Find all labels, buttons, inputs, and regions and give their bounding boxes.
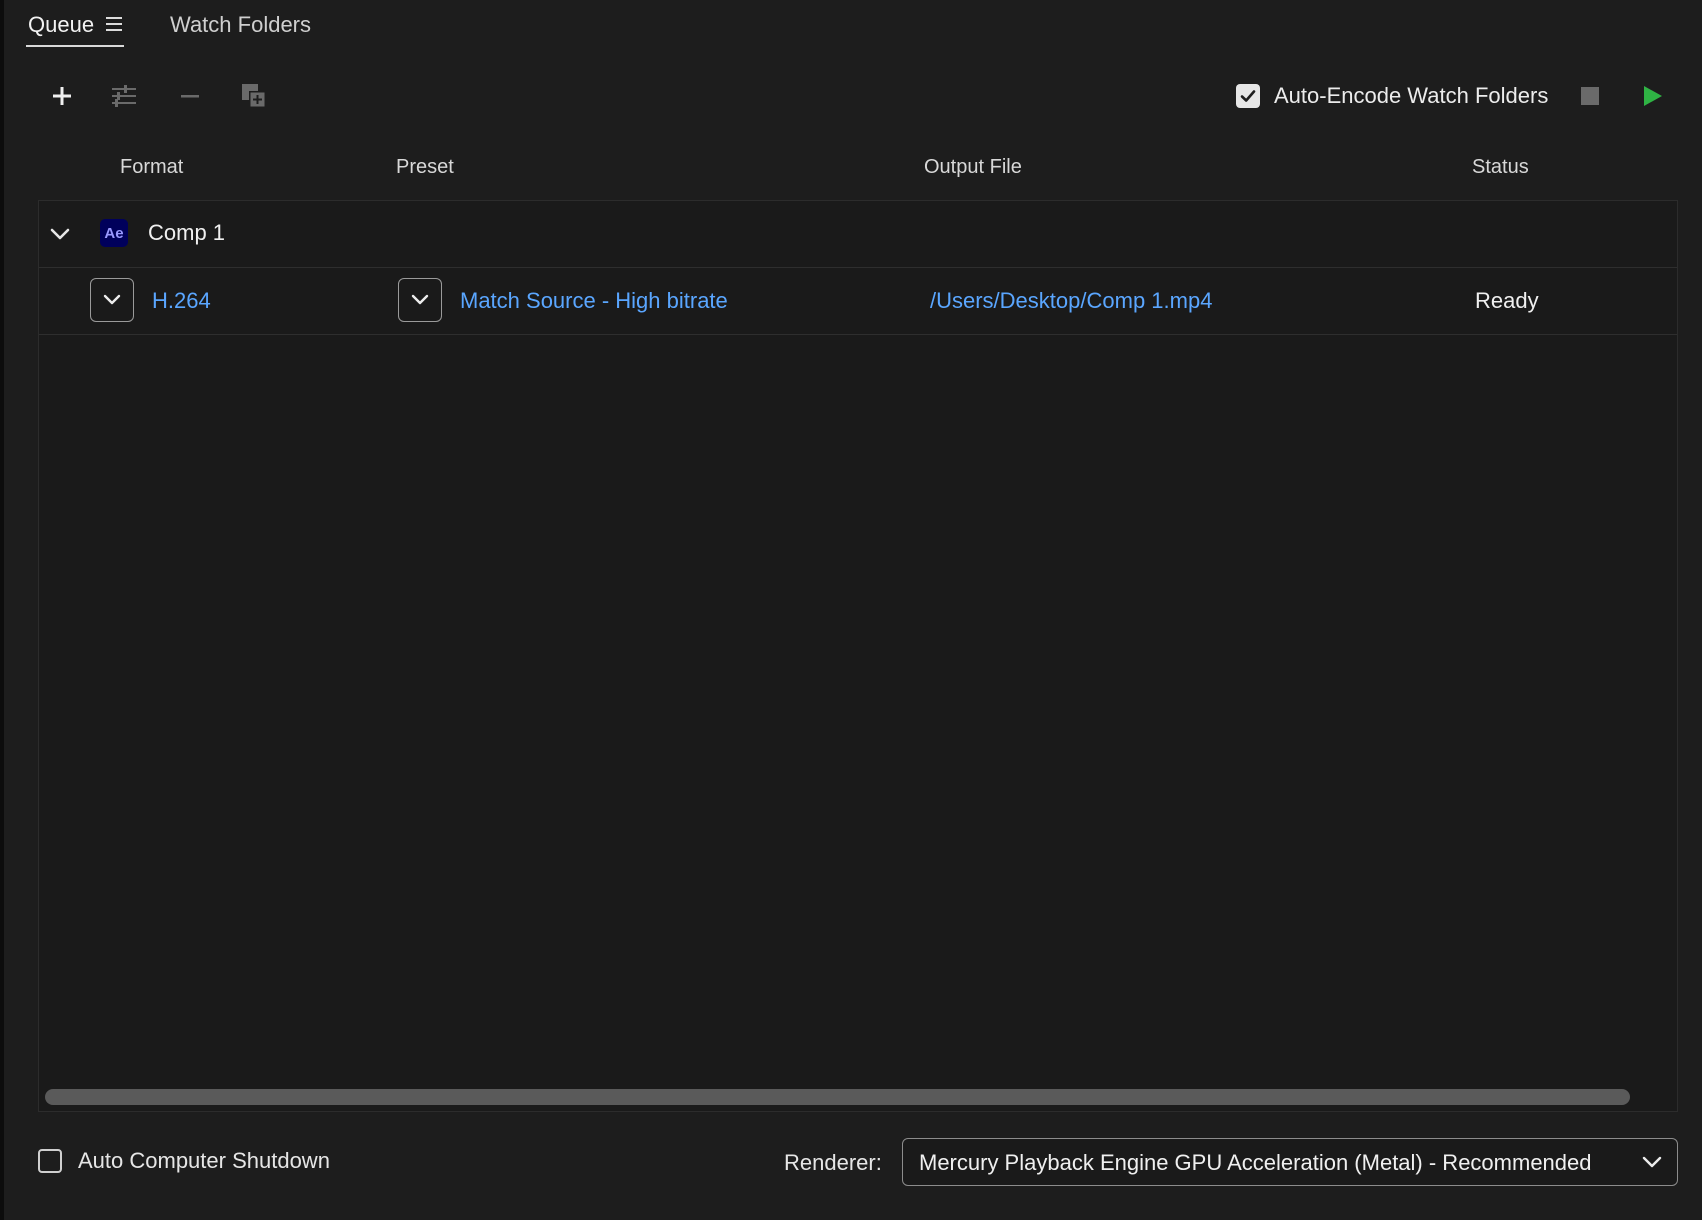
format-link[interactable]: H.264: [152, 288, 211, 314]
panel-menu-icon[interactable]: [106, 17, 123, 32]
preset-link[interactable]: Match Source - High bitrate: [460, 288, 728, 314]
auto-shutdown-label: Auto Computer Shutdown: [78, 1148, 330, 1173]
column-header-output-file[interactable]: Output File: [924, 156, 1022, 179]
minus-icon: [181, 95, 199, 98]
add-source-button[interactable]: [44, 78, 80, 114]
scrollbar-thumb[interactable]: [45, 1089, 1630, 1105]
horizontal-scrollbar[interactable]: [45, 1089, 1663, 1105]
preset-dropdown-button[interactable]: [398, 278, 442, 322]
chevron-down-icon[interactable]: [49, 223, 71, 245]
start-queue-button[interactable]: [1634, 78, 1670, 114]
tab-watch-folders[interactable]: Watch Folders: [170, 10, 311, 40]
column-header-status[interactable]: Status: [1472, 156, 1529, 179]
remove-button[interactable]: [172, 78, 208, 114]
queue-settings-button[interactable]: [106, 78, 142, 114]
output-file-link[interactable]: /Users/Desktop/Comp 1.mp4: [930, 288, 1212, 314]
renderer-select[interactable]: Mercury Playback Engine GPU Acceleration…: [902, 1138, 1678, 1186]
play-icon: [1644, 86, 1662, 106]
duplicate-icon: [242, 84, 266, 108]
duplicate-button[interactable]: [236, 78, 272, 114]
checkmark-icon: [1240, 90, 1256, 102]
chevron-down-icon: [1642, 1156, 1662, 1168]
stop-icon: [1581, 87, 1599, 105]
comp-name: Comp 1: [148, 220, 226, 245]
auto-encode-watch-folders[interactable]: Auto-Encode Watch Folders: [1236, 80, 1548, 112]
chevron-down-icon: [103, 294, 121, 305]
sliders-icon: [112, 85, 136, 107]
tab-queue-label: Queue: [28, 12, 95, 37]
queue-group-row[interactable]: Ae Comp 1: [39, 201, 1677, 268]
column-header-preset[interactable]: Preset: [396, 156, 454, 179]
column-header-format[interactable]: Format: [120, 156, 183, 179]
renderer-value: Mercury Playback Engine GPU Acceleration…: [919, 1150, 1592, 1175]
renderer-label: Renderer:: [784, 1150, 882, 1175]
queue-item-row[interactable]: H.264 Match Source - High bitrate /Users…: [39, 268, 1677, 335]
queue-list: Ae Comp 1 H.264 Match Source - High bitr…: [38, 200, 1678, 1112]
auto-encode-label: Auto-Encode Watch Folders: [1274, 83, 1549, 108]
auto-shutdown-checkbox[interactable]: [38, 1149, 62, 1173]
window-edge: [0, 0, 4, 1220]
stop-queue-button[interactable]: [1572, 78, 1608, 114]
format-dropdown-button[interactable]: [90, 278, 134, 322]
tab-watch-folders-label: Watch Folders: [170, 12, 312, 37]
chevron-down-icon: [411, 294, 429, 305]
auto-computer-shutdown[interactable]: Auto Computer Shutdown: [38, 1148, 330, 1174]
tab-queue[interactable]: Queue: [26, 10, 125, 47]
active-tab-underline: [26, 45, 125, 47]
auto-encode-checkbox[interactable]: [1236, 84, 1260, 108]
after-effects-icon: Ae: [100, 219, 128, 247]
plus-icon: [53, 87, 71, 105]
status-text: Ready: [1475, 288, 1539, 313]
